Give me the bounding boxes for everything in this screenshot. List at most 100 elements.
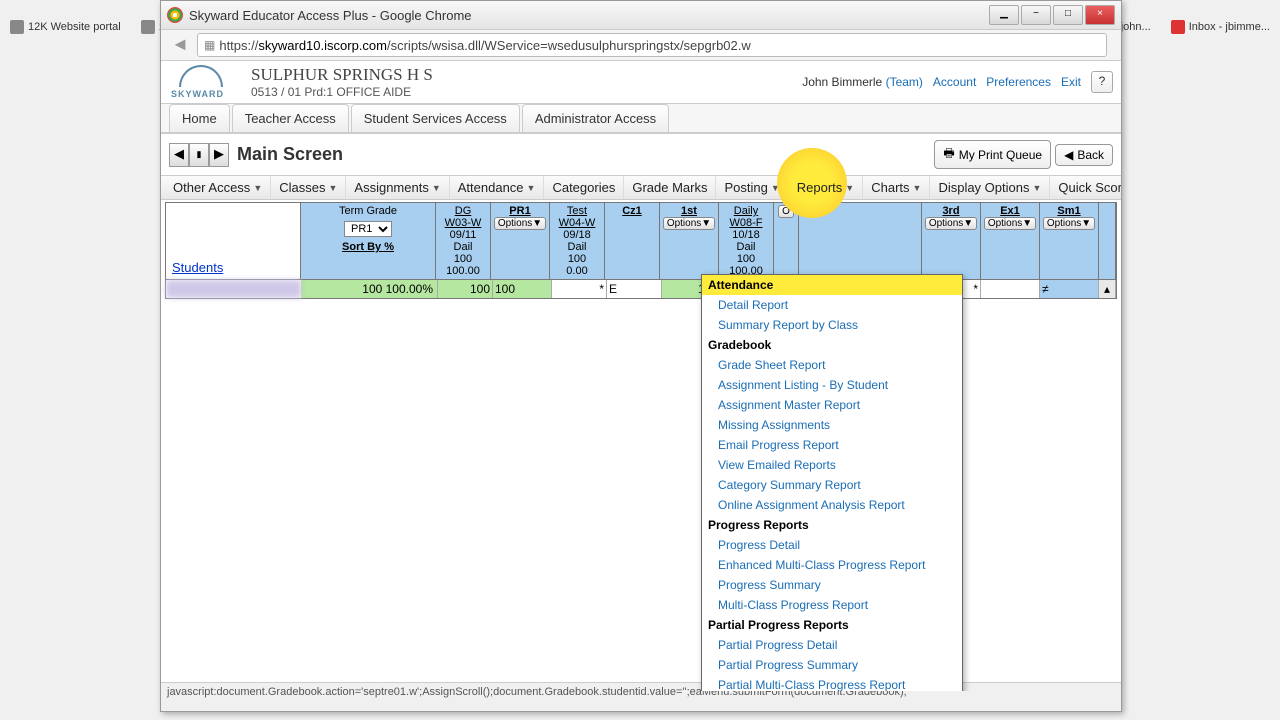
maximize-button[interactable]: □: [1053, 5, 1083, 25]
col-daily[interactable]: Daily W08-F 10/18 Dail 100 100.00: [719, 203, 774, 279]
taskbar-item[interactable]: Inbox - jbimme...: [1171, 20, 1270, 34]
dd-missing-assignments[interactable]: Missing Assignments: [702, 415, 962, 435]
url-path: /scripts/wsisa.dll/WService=wsedusulphur…: [387, 38, 751, 53]
tab-admin-access[interactable]: Administrator Access: [522, 104, 669, 132]
sm1-cell[interactable]: ≠: [1040, 280, 1099, 298]
minimize-alt-button[interactable]: ▁: [989, 5, 1019, 25]
nav-list-button[interactable]: ▮: [189, 143, 209, 167]
cz1-cell[interactable]: E: [607, 280, 662, 298]
chrome-icon: [167, 7, 183, 23]
minimize-button[interactable]: −: [1021, 5, 1051, 25]
logo-text: SKYWARD: [171, 89, 224, 99]
dd-assignment-master[interactable]: Assignment Master Report: [702, 395, 962, 415]
col-cz1[interactable]: Cz1: [605, 203, 660, 279]
col-partial[interactable]: O: [774, 203, 799, 279]
chevron-down-icon: ▼: [432, 183, 441, 193]
dd-detail-report[interactable]: Detail Report: [702, 295, 962, 315]
team-link[interactable]: (Team): [886, 75, 923, 89]
dd-partial-multi[interactable]: Partial Multi-Class Progress Report: [702, 675, 962, 691]
tab-teacher-access[interactable]: Teacher Access: [232, 104, 349, 132]
term-grade-cell[interactable]: 100 100.00%: [301, 280, 438, 298]
col-pr1[interactable]: PR1 Options▼: [491, 203, 550, 279]
dd-view-emailed[interactable]: View Emailed Reports: [702, 455, 962, 475]
student-row[interactable]: 100 100.00% 100 100 * E 100 100 1 * ≠ ▴: [165, 280, 1117, 299]
printer-icon: 🖶: [943, 144, 954, 165]
help-button[interactable]: ?: [1091, 71, 1113, 93]
chrome-window: Skyward Educator Access Plus - Google Ch…: [160, 0, 1122, 712]
col-sm1[interactable]: Sm1 Options▼: [1040, 203, 1099, 279]
students-link[interactable]: Students: [168, 260, 298, 275]
print-queue-label: My Print Queue: [959, 148, 1042, 162]
tb-charts[interactable]: Charts▼: [863, 176, 930, 199]
dd-multi-class-progress[interactable]: Multi-Class Progress Report: [702, 595, 962, 615]
sort-by-link[interactable]: Sort By %: [342, 241, 394, 253]
dd-category-summary[interactable]: Category Summary Report: [702, 475, 962, 495]
dd-progress-summary[interactable]: Progress Summary: [702, 575, 962, 595]
tb-quick-scoring[interactable]: Quick Scoring: [1050, 176, 1121, 199]
nav-next-button[interactable]: ▶: [209, 143, 229, 167]
pr1-cell[interactable]: 100: [493, 280, 552, 298]
tb-reports[interactable]: Reports▼: [789, 176, 863, 199]
window-title: Skyward Educator Access Plus - Google Ch…: [189, 8, 989, 23]
dd-grade-sheet[interactable]: Grade Sheet Report: [702, 355, 962, 375]
site-icon: [141, 20, 155, 34]
dg-cell[interactable]: 100: [438, 280, 493, 298]
back-arrow-icon[interactable]: ◄: [169, 34, 191, 56]
taskbar-label: 12K Website portal: [28, 21, 121, 33]
titlebar[interactable]: Skyward Educator Access Plus - Google Ch…: [161, 1, 1121, 30]
url-host: skyward10.iscorp.com: [258, 38, 387, 53]
app-header: SKYWARD SULPHUR SPRINGS H S 0513 / 01 Pr…: [161, 61, 1121, 104]
tb-other-access[interactable]: Other Access▼: [165, 176, 271, 199]
col-ex1[interactable]: Ex1 Options▼: [981, 203, 1040, 279]
preferences-link[interactable]: Preferences: [986, 75, 1051, 89]
test-cell[interactable]: *: [552, 280, 607, 298]
col-1st[interactable]: 1st Options▼: [660, 203, 719, 279]
account-link[interactable]: Account: [933, 75, 976, 89]
chevron-down-icon: ▼: [845, 183, 854, 193]
close-button[interactable]: ×: [1085, 5, 1115, 25]
url-input[interactable]: ▦ https://skyward10.iscorp.com/scripts/w…: [197, 33, 1107, 57]
tab-student-services[interactable]: Student Services Access: [351, 104, 520, 132]
nav-tabs: Home Teacher Access Student Services Acc…: [161, 104, 1121, 134]
dd-email-progress[interactable]: Email Progress Report: [702, 435, 962, 455]
tb-classes[interactable]: Classes▼: [271, 176, 346, 199]
print-queue-button[interactable]: 🖶 My Print Queue: [934, 140, 1051, 169]
back-button[interactable]: ◀Back: [1055, 144, 1113, 166]
main-header: ◀ ▮ ▶ Main Screen 🖶My Print Queue ◀Back: [161, 134, 1121, 175]
student-name-cell[interactable]: [166, 280, 301, 298]
tb-attendance[interactable]: Attendance▼: [450, 176, 545, 199]
chevron-down-icon: ▼: [1032, 183, 1041, 193]
chevron-down-icon: ▼: [913, 183, 922, 193]
dd-enhanced-progress[interactable]: Enhanced Multi-Class Progress Report: [702, 555, 962, 575]
dd-section-partial: Partial Progress Reports: [702, 615, 962, 635]
user-name[interactable]: John Bimmerle: [802, 75, 882, 89]
nav-prev-button[interactable]: ◀: [169, 143, 189, 167]
term-select[interactable]: PR1: [344, 221, 392, 237]
dd-section-progress: Progress Reports: [702, 515, 962, 535]
col-test[interactable]: Test W04-W 09/18 Dail 100 0.00: [550, 203, 605, 279]
taskbar-item[interactable]: 12K Website portal: [10, 20, 121, 34]
mail-icon: [1171, 20, 1185, 34]
dd-assignment-listing[interactable]: Assignment Listing - By Student: [702, 375, 962, 395]
taskbar-label: john...: [1121, 21, 1151, 33]
exit-link[interactable]: Exit: [1061, 75, 1081, 89]
school-name: SULPHUR SPRINGS H S: [251, 65, 802, 85]
ex1-cell[interactable]: [981, 280, 1040, 298]
site-icon: [10, 20, 24, 34]
scroll-cell[interactable]: ▴: [1099, 280, 1116, 298]
dd-partial-summary[interactable]: Partial Progress Summary: [702, 655, 962, 675]
dd-partial-detail[interactable]: Partial Progress Detail: [702, 635, 962, 655]
dd-progress-detail[interactable]: Progress Detail: [702, 535, 962, 555]
tab-home[interactable]: Home: [169, 104, 230, 132]
tb-assignments[interactable]: Assignments▼: [346, 176, 449, 199]
file-icon: ▦: [204, 38, 215, 52]
col-dg[interactable]: DG W03-W 09/11 Dail 100 100.00: [436, 203, 491, 279]
gradebook-toolbar: Other Access▼ Classes▼ Assignments▼ Atte…: [161, 175, 1121, 200]
tb-display-options[interactable]: Display Options▼: [930, 176, 1050, 199]
dd-online-analysis[interactable]: Online Assignment Analysis Report: [702, 495, 962, 515]
col-3rd[interactable]: 3rd Options▼: [922, 203, 981, 279]
tb-grade-marks[interactable]: Grade Marks: [624, 176, 716, 199]
tb-categories[interactable]: Categories: [544, 176, 624, 199]
dd-summary-by-class[interactable]: Summary Report by Class: [702, 315, 962, 335]
dd-section-attendance: Attendance: [702, 275, 962, 295]
